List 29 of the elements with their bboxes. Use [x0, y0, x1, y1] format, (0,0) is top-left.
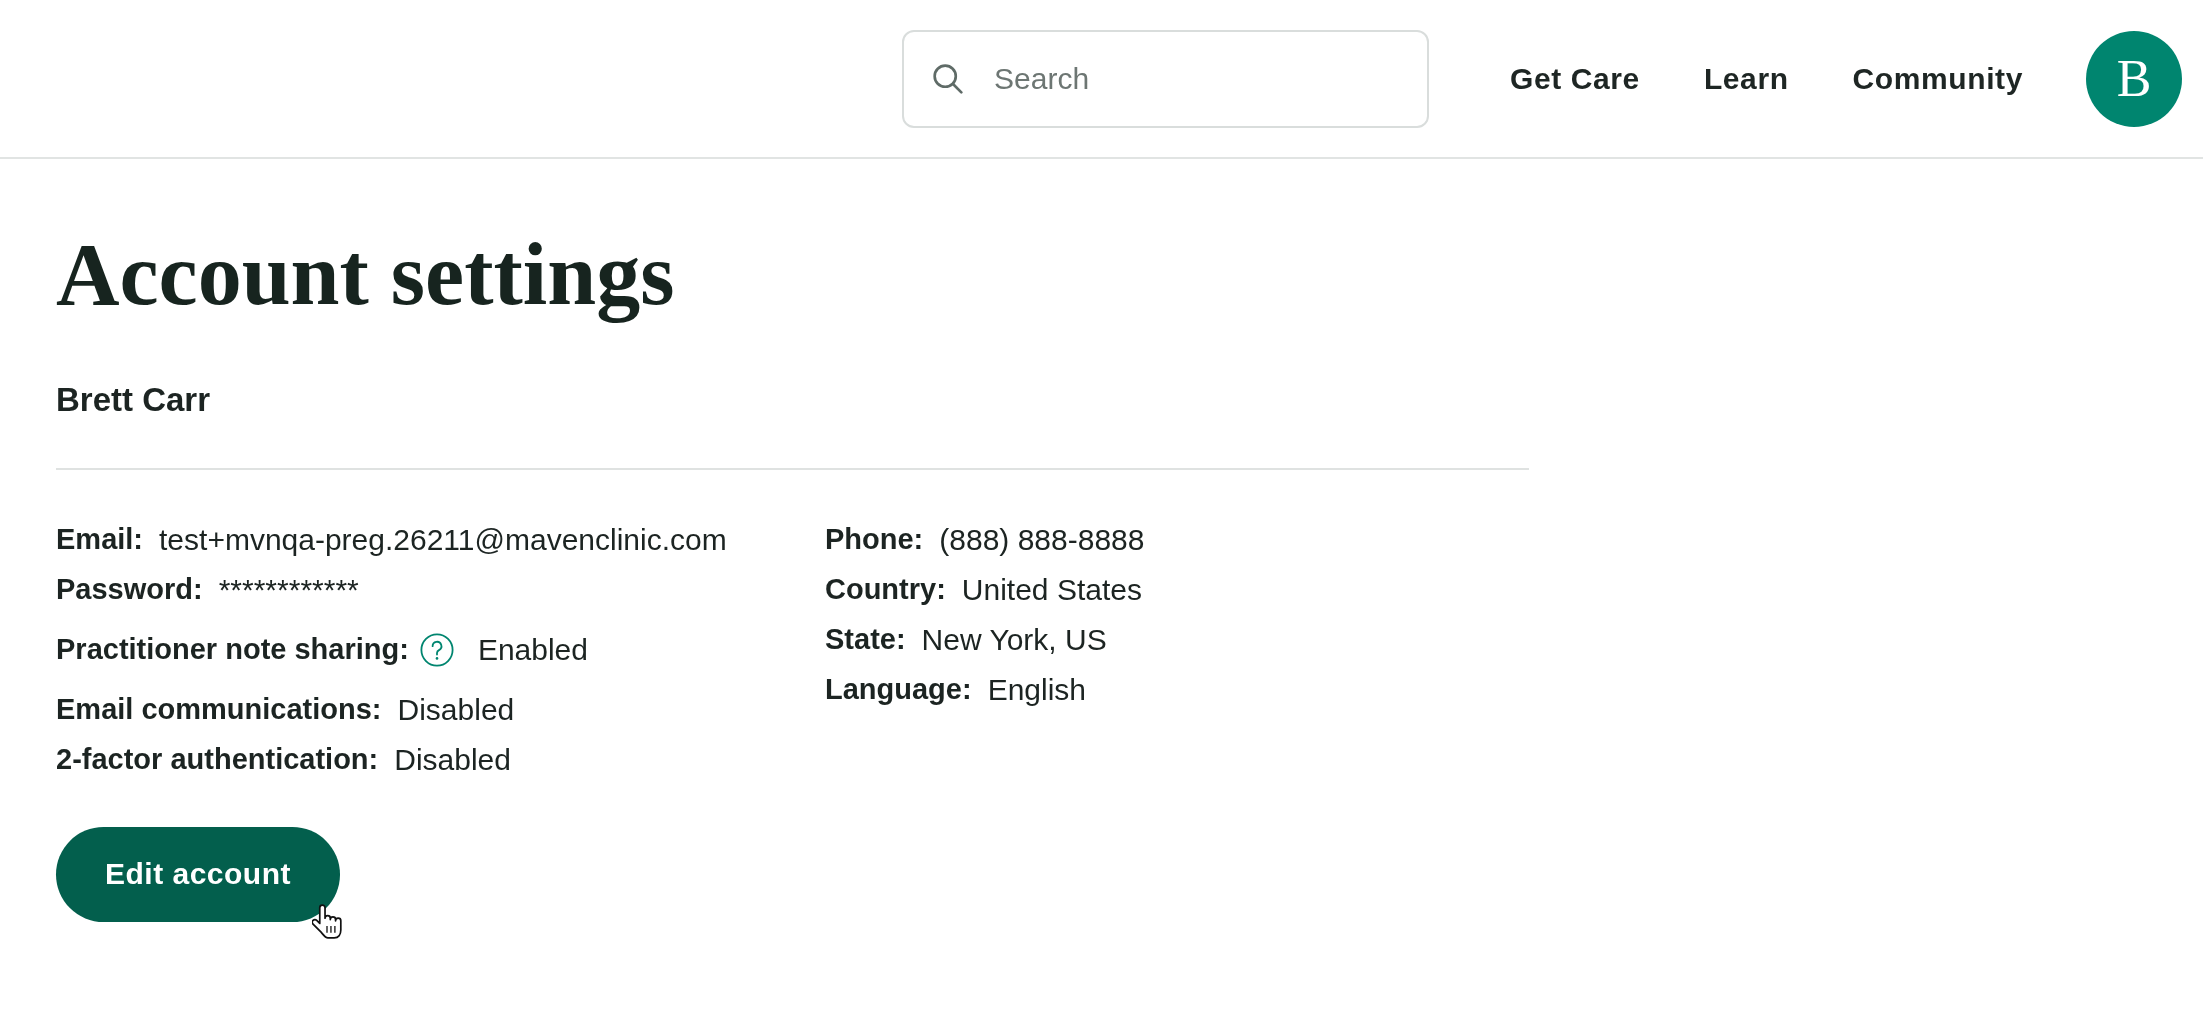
field-label: 2-factor authentication:: [56, 743, 379, 777]
field-label: Email:: [56, 523, 144, 557]
profile-avatar[interactable]: B: [2086, 30, 2182, 127]
field-label: Password:: [56, 573, 203, 607]
search-field[interactable]: Search: [902, 29, 1430, 128]
field-value: (888) 888-8888: [939, 522, 1145, 557]
field-value: New York, US: [921, 622, 1107, 657]
field-label: Country:: [825, 573, 946, 607]
nav-link[interactable]: Community: [1852, 61, 2023, 96]
hand-cursor-icon: [312, 903, 342, 939]
field-value: Disabled: [394, 742, 511, 777]
field-label: State:: [825, 623, 906, 657]
field-value: ************: [218, 572, 359, 607]
user-name: Brett Carr: [56, 379, 211, 420]
field-label: Language:: [825, 673, 972, 707]
field-value: English: [987, 672, 1087, 707]
help-icon[interactable]: [419, 632, 454, 667]
nav-link[interactable]: Get Care: [1510, 61, 1640, 96]
field-value: Enabled: [477, 632, 588, 667]
field-label: Email communications:: [56, 693, 382, 727]
search-icon: [933, 63, 964, 94]
field-value: test+mvnqa-preg.26211@mavenclinic.com: [159, 522, 727, 557]
page-title: Account settings: [56, 227, 675, 324]
field-label: Practitioner note sharing:: [56, 633, 409, 667]
field-value: Disabled: [397, 692, 515, 727]
nav-link[interactable]: Learn: [1703, 61, 1789, 96]
field-label: Phone:: [825, 523, 924, 557]
edit-account-button[interactable]: Edit account: [56, 826, 340, 922]
field-value: United States: [961, 572, 1142, 607]
